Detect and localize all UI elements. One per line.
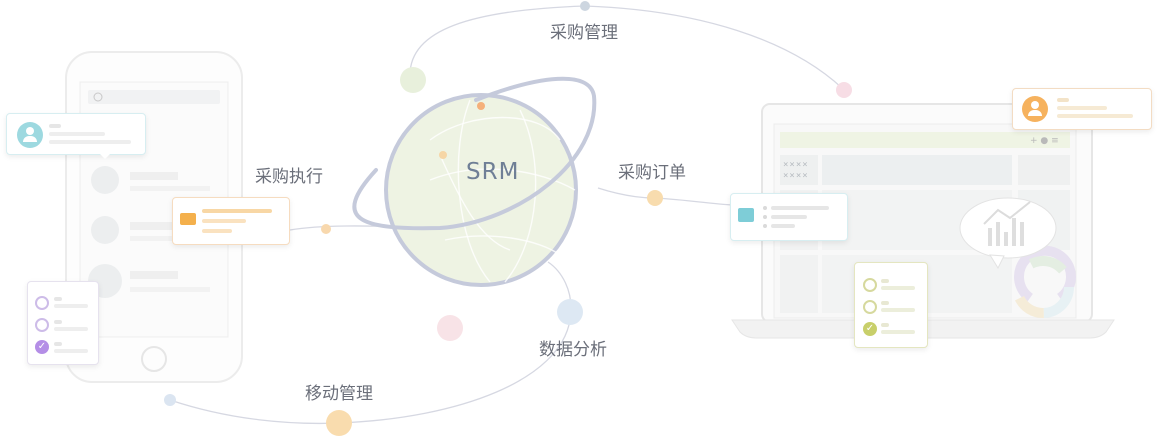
check-icon: ✓ (35, 340, 49, 354)
dot-order (647, 190, 663, 206)
center-label: SRM (466, 159, 520, 185)
checklist-card-purple: ✓ (27, 281, 99, 365)
dot-green-large (400, 67, 426, 93)
folder-icon (180, 213, 196, 225)
dot-pink (437, 315, 463, 341)
dot-mobile-start (164, 394, 176, 406)
dot-pink-top (836, 82, 852, 98)
laptop-placeholder-text: ×××× ×××× (783, 160, 809, 181)
user-card-cyan (6, 113, 146, 159)
dot-top (580, 1, 590, 11)
connector-procurement-mgmt (409, 5, 843, 89)
dot-orange-small (477, 102, 485, 110)
node-data-analysis: 数据分析 (539, 340, 607, 360)
user-card-orange (1012, 88, 1152, 130)
user-icon (1022, 96, 1048, 122)
user-icon (17, 122, 43, 148)
calendar-card (730, 193, 848, 241)
node-procurement-order: 采购订单 (618, 163, 686, 183)
srm-diagram: SRM 采购管理 采购执行 采购订单 数据分析 移动管理 ×××× ×××× +… (0, 0, 1164, 437)
laptop-toolbar-icons: + ● ≡ (1030, 136, 1059, 146)
calendar-icon (738, 208, 754, 222)
dot-blue (557, 299, 583, 325)
check-icon: ✓ (863, 322, 877, 336)
node-mobile-mgmt: 移动管理 (305, 384, 373, 404)
checklist-card-olive: ✓ (854, 262, 928, 348)
node-procurement-exec: 采购执行 (255, 167, 323, 187)
dot-exec (321, 224, 331, 234)
dot-mobile (326, 410, 352, 436)
folder-card-orange (172, 197, 290, 245)
dot-peach-small (439, 151, 447, 159)
node-procurement-mgmt: 采购管理 (550, 23, 618, 43)
connector-procurement-order (597, 187, 736, 206)
